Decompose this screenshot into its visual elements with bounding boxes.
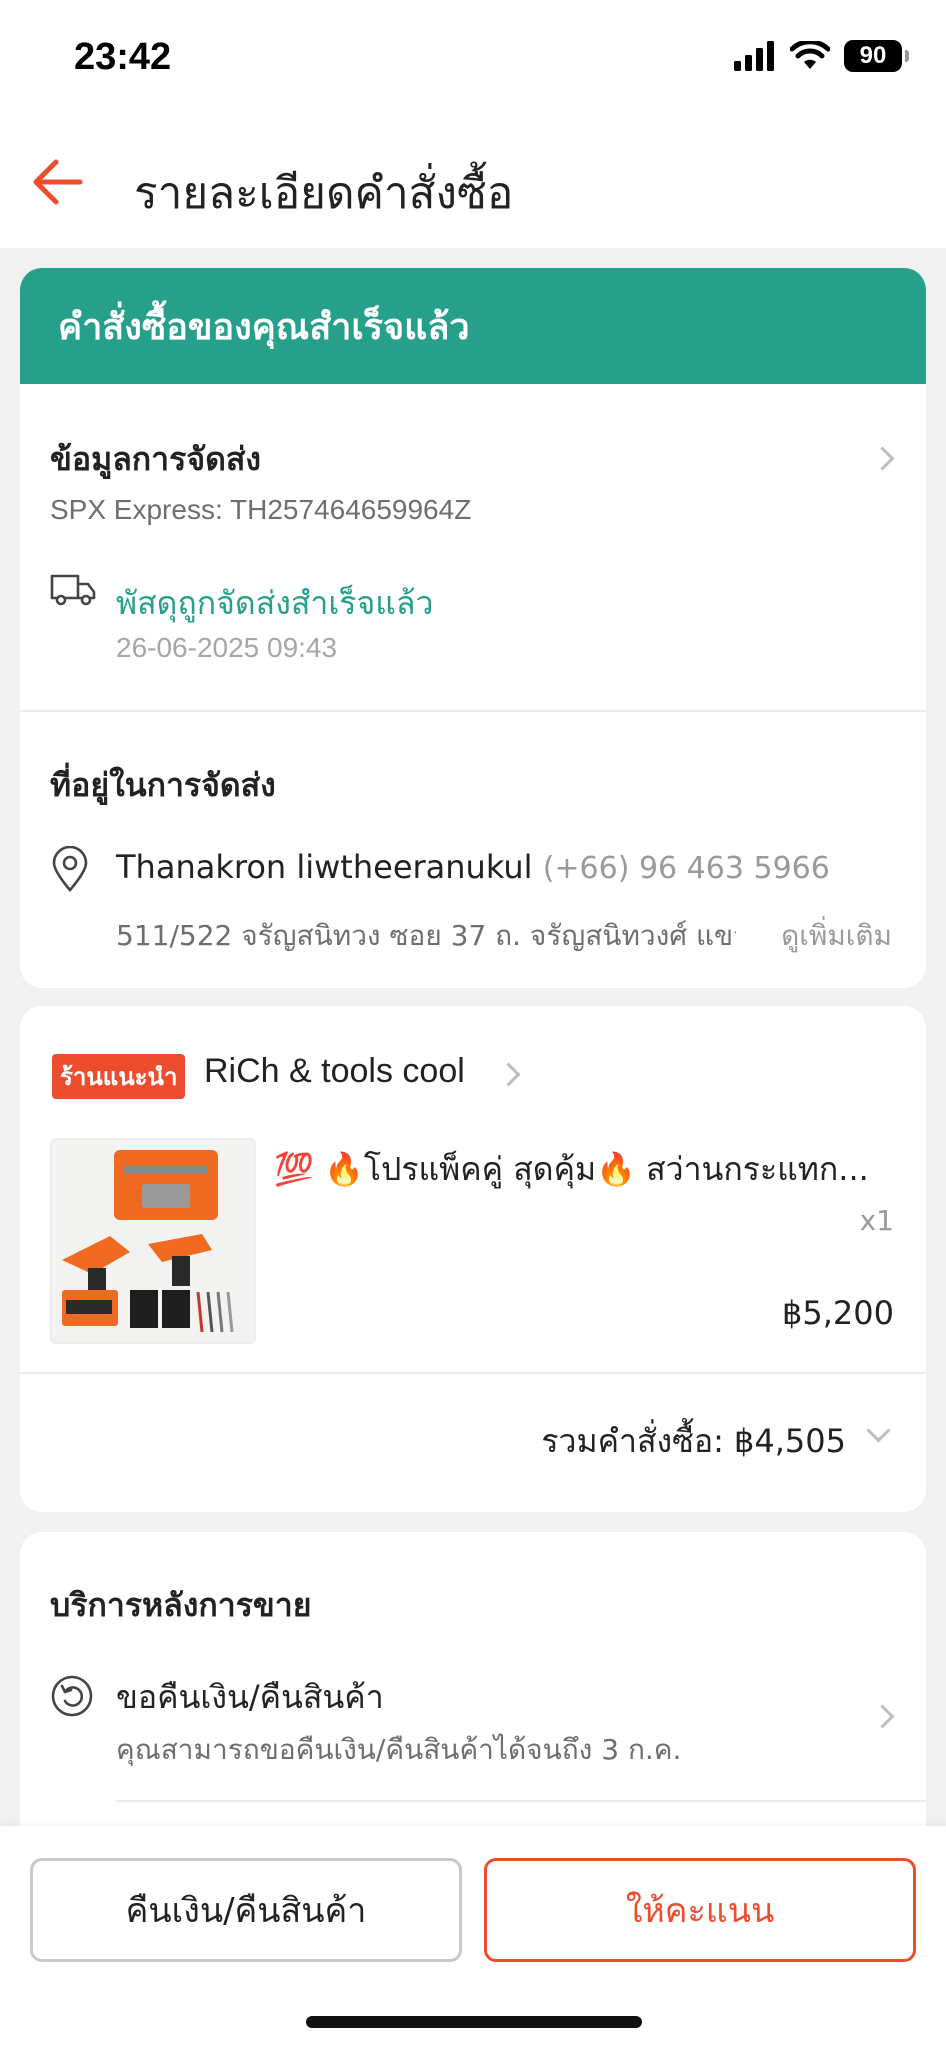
home-indicator — [306, 2016, 642, 2028]
address-detail: 511/522 จรัญสนิทวง ซอย 37 ถ. จรัญสนิทวงศ… — [116, 919, 736, 952]
bottom-action-bar: คืนเงิน/คืนสินค้า ให้คะแนน — [0, 1826, 946, 2047]
page-title: รายละเอียดคำสั่งซื้อ — [134, 168, 514, 219]
order-status-card: คำสั่งซื้อของคุณสำเร็จแล้ว ข้อมูลการจัดส… — [20, 268, 926, 988]
divider — [20, 1372, 926, 1374]
after-sales-card: บริการหลังการขาย ขอคืนเงิน/คืนสินค้า คุณ… — [20, 1532, 926, 1872]
truck-icon — [50, 574, 96, 606]
back-button[interactable] — [28, 152, 88, 212]
product-image[interactable] — [50, 1138, 256, 1344]
recipient-name: Thanakron liwtheeranukul — [116, 848, 533, 886]
status-icons: 90 — [734, 40, 909, 72]
delivery-timestamp: 26-06-2025 09:43 — [116, 632, 338, 663]
product-price: ฿5,200 — [782, 1294, 894, 1332]
rate-button[interactable]: ให้คะแนน — [484, 1858, 916, 1962]
header-bar: รายละเอียดคำสั่งซื้อ — [0, 120, 946, 248]
product-title[interactable]: 💯 🔥โปรแพ็คคู่ สุดคุ้ม🔥 สว่านกระแทก... — [274, 1144, 896, 1195]
chevron-right-icon — [870, 1704, 895, 1729]
divider — [116, 1800, 926, 1802]
product-quantity: x1 — [859, 1204, 894, 1237]
preferred-shop-badge: ร้านแนะนำ — [52, 1054, 186, 1099]
status-time: 23:42 — [74, 36, 172, 78]
back-arrow-icon — [33, 159, 83, 205]
signal-icon — [734, 41, 774, 71]
refund-return-button[interactable]: คืนเงิน/คืนสินค้า — [30, 1858, 462, 1962]
status-bar: 23:42 90 — [0, 0, 946, 120]
recipient-line: Thanakron liwtheeranukul (+66) 96 463 59… — [116, 848, 830, 886]
tracking-number: SPX Express: TH257464659964Z — [50, 494, 472, 525]
battery-icon: 90 — [844, 40, 909, 72]
chevron-right-icon — [870, 446, 895, 471]
delivery-address-title: ที่อยู่ในการจัดส่ง — [50, 766, 276, 804]
delivery-status: พัสดุถูกจัดส่งสำเร็จแล้ว — [116, 584, 434, 622]
drill-kit-image — [52, 1140, 254, 1342]
shop-name[interactable]: RiCh & tools cool — [204, 1052, 465, 1091]
refund-request-row[interactable]: ขอคืนเงิน/คืนสินค้า คุณสามารถขอคืนเงิน/ค… — [20, 1652, 926, 1792]
refund-title: ขอคืนเงิน/คืนสินค้า — [116, 1678, 384, 1716]
recipient-phone: (+66) 96 463 5966 — [542, 851, 830, 886]
shop-product-card: ร้านแนะนำ RiCh & tools cool 💯 🔥โปรแพ็คคู… — [20, 1006, 926, 1512]
order-total: รวมคำสั่งซื้อ: ฿4,505 — [541, 1422, 846, 1460]
location-pin-icon — [52, 846, 88, 892]
after-sales-title: บริการหลังการขาย — [50, 1586, 312, 1624]
shipping-info-section[interactable]: ข้อมูลการจัดส่ง SPX Express: TH257464659… — [20, 384, 926, 710]
see-more-link[interactable]: ดูเพิ่มเติม — [781, 914, 892, 958]
shipping-info-title: ข้อมูลการจัดส่ง — [50, 440, 262, 478]
battery-level: 90 — [859, 42, 887, 69]
chevron-right-icon — [496, 1062, 521, 1087]
delivery-address-section: ที่อยู่ในการจัดส่ง Thanakron liwtheeranu… — [20, 712, 926, 988]
chevron-down-icon[interactable] — [866, 1418, 891, 1443]
wifi-icon — [790, 41, 830, 69]
order-success-banner: คำสั่งซื้อของคุณสำเร็จแล้ว — [20, 268, 926, 384]
refund-description: คุณสามารถขอคืนเงิน/คืนสินค้าได้จนถึง 3 ก… — [116, 1733, 682, 1766]
return-icon — [51, 1675, 93, 1717]
